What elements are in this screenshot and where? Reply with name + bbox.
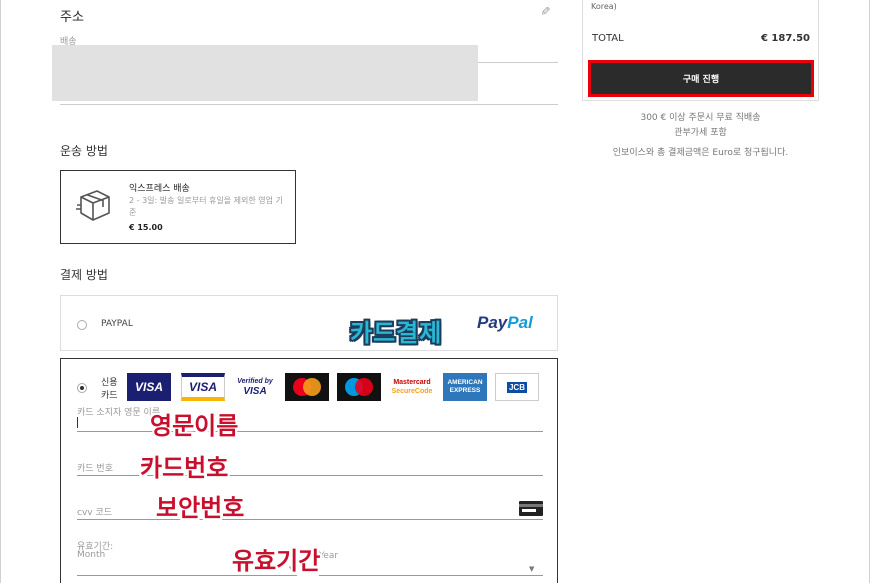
shipping-option-description: 2 - 3일: 발송 일로부터 휴일을 제외한 영업 기준	[129, 196, 283, 217]
total-label: TOTAL	[592, 33, 624, 44]
expiry-year-underline	[319, 575, 543, 576]
checkout-form: 주소 ✎ 배송 운송 방법 익스프레스 배송 2 - 3일: 발송 일로부터 휴…	[0, 0, 570, 583]
amex-logo: AMERICAN EXPRESS	[443, 373, 487, 401]
payment-title: 결제 방법	[60, 268, 108, 282]
mastercard-logo	[285, 373, 329, 401]
credit-card-radio[interactable]	[77, 383, 87, 393]
shipping-option-price: € 15.00	[129, 223, 163, 232]
expiry-year-select[interactable]: Year	[319, 551, 338, 561]
credit-card-label: 신용 카드	[101, 378, 118, 401]
paypal-radio[interactable]	[77, 320, 87, 330]
country-fragment: Korea)	[591, 2, 617, 11]
proceed-purchase-button[interactable]: 구매 진행	[588, 60, 814, 97]
card-back-icon	[519, 501, 543, 516]
cvv-underline	[77, 519, 543, 520]
edit-pencil-icon[interactable]: ✎	[538, 6, 552, 20]
visa-logo: VISA	[127, 373, 171, 401]
address-redacted-block	[52, 45, 478, 101]
expiry-month-select[interactable]: Month	[77, 550, 105, 560]
visa-logo-2: VISA	[181, 373, 225, 401]
paypal-logo: PayPal	[477, 313, 533, 332]
annotation-card-payment: 카드결제	[350, 319, 443, 347]
address-title: 주소	[60, 10, 84, 25]
payment-option-paypal[interactable]: PAYPAL PayPal	[60, 295, 558, 351]
card-holder-input[interactable]: 카드 소지자 영문 이름	[77, 405, 160, 418]
jcb-logo: JCB	[495, 373, 539, 401]
shipping-title: 운송 방법	[60, 144, 108, 158]
duty-included-note: 관부가세 포함	[674, 128, 727, 138]
annotation-security-code: 보안번호	[156, 494, 245, 522]
maestro-logo	[337, 373, 381, 401]
mastercard-securecode-logo: Mastercard SecureCode	[391, 379, 433, 395]
year-chevron-down-icon[interactable]: ▼	[529, 565, 534, 573]
annotation-card-number: 카드번호	[140, 454, 229, 482]
order-summary-panel: Korea) TOTAL € 187.50 구매 진행	[582, 0, 819, 101]
card-holder-underline	[77, 431, 543, 432]
package-icon	[76, 190, 110, 221]
euro-billing-note: 인보이스와 총 결제금액은 Euro로 청구됩니다.	[612, 148, 789, 158]
annotation-expiry: 유효기간	[232, 547, 321, 575]
total-value: € 187.50	[760, 33, 810, 44]
verified-by-visa-logo: Verified by VISA	[237, 377, 273, 397]
address-field-line-2	[60, 104, 558, 105]
free-shipping-note: 300 € 이상 주문시 무료 직배송	[640, 113, 761, 123]
paypal-label: PAYPAL	[101, 319, 133, 329]
shipping-option-express[interactable]: 익스프레스 배송 2 - 3일: 발송 일로부터 휴일을 제외한 영업 기준 €…	[60, 170, 296, 244]
shipping-option-name: 익스프레스 배송	[129, 184, 190, 194]
annotation-english-name: 영문이름	[150, 412, 239, 440]
cvv-input[interactable]: cvv 코드	[77, 505, 112, 518]
card-number-input[interactable]: 카드 번호	[77, 461, 113, 474]
text-cursor	[77, 417, 78, 428]
